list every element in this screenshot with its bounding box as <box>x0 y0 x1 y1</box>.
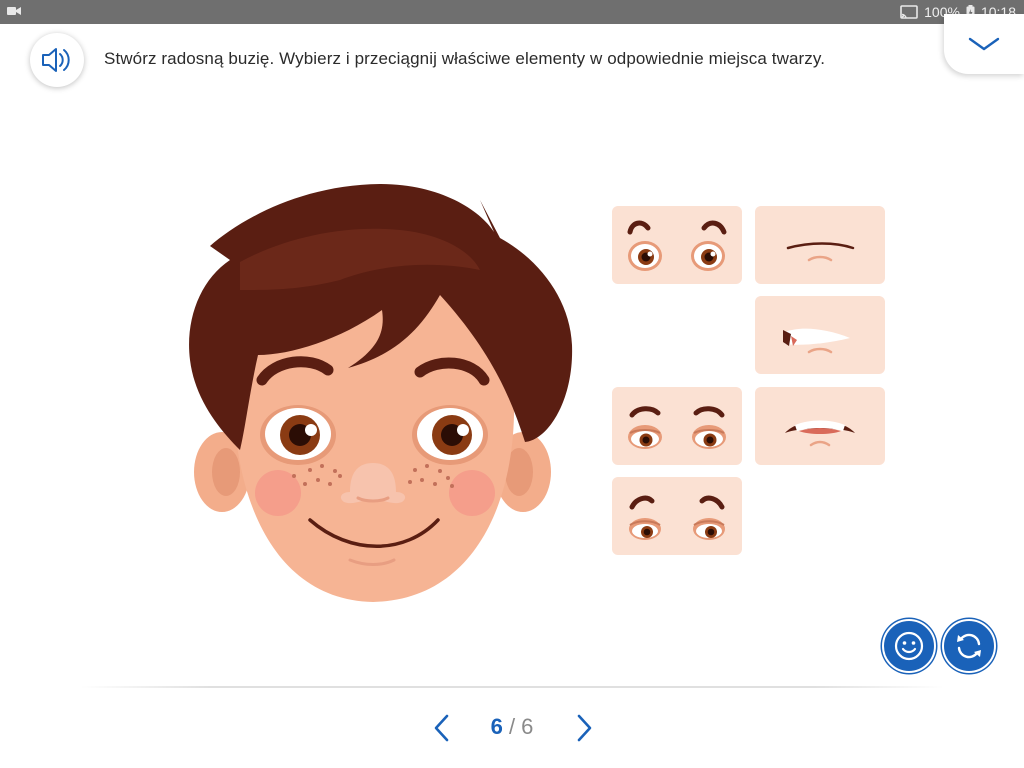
prev-page-button[interactable] <box>428 712 456 744</box>
smiley-icon <box>894 631 924 661</box>
page-separator: / <box>502 714 522 739</box>
collapse-button[interactable] <box>944 14 1024 74</box>
piece-mouth-smirk[interactable] <box>755 296 885 374</box>
next-page-button[interactable] <box>570 712 598 744</box>
chevron-down-icon <box>968 37 1000 51</box>
right-cheek <box>449 470 495 516</box>
instruction-text: Stwórz radosną buzię. Wybierz i przeciąg… <box>104 49 826 68</box>
left-eye <box>260 405 336 465</box>
mouth-frown-teeth-icon <box>785 420 855 447</box>
reset-button[interactable] <box>942 619 996 673</box>
piece-eyes-surprised[interactable] <box>612 206 742 284</box>
speaker-icon <box>42 48 70 72</box>
boy-face <box>189 184 573 602</box>
current-page: 6 <box>490 714 503 739</box>
page-counter: 6 / 6 <box>470 714 554 740</box>
speaker-button[interactable] <box>30 33 84 87</box>
check-button[interactable] <box>882 619 936 673</box>
eyes-sad-icon <box>629 495 725 540</box>
total-pages: 6 <box>521 714 534 739</box>
piece-mouth-frown-teeth[interactable] <box>755 387 885 465</box>
divider <box>80 686 944 688</box>
mouth-flat-icon <box>786 242 855 262</box>
video-icon <box>7 7 21 15</box>
eyes-surprised-icon <box>627 220 727 271</box>
refresh-icon <box>957 633 981 659</box>
piece-eyes-sleepy[interactable] <box>612 387 742 465</box>
pager: 6 / 6 <box>0 706 1024 750</box>
eyes-sleepy-icon <box>628 406 726 449</box>
piece-eyes-sad[interactable] <box>612 477 742 555</box>
status-bar: 100% 10:18 <box>0 0 1024 24</box>
piece-mouth-flat[interactable] <box>755 206 885 284</box>
right-eye <box>412 405 488 465</box>
cast-icon <box>900 5 918 19</box>
mouth-smirk-icon <box>783 328 850 354</box>
